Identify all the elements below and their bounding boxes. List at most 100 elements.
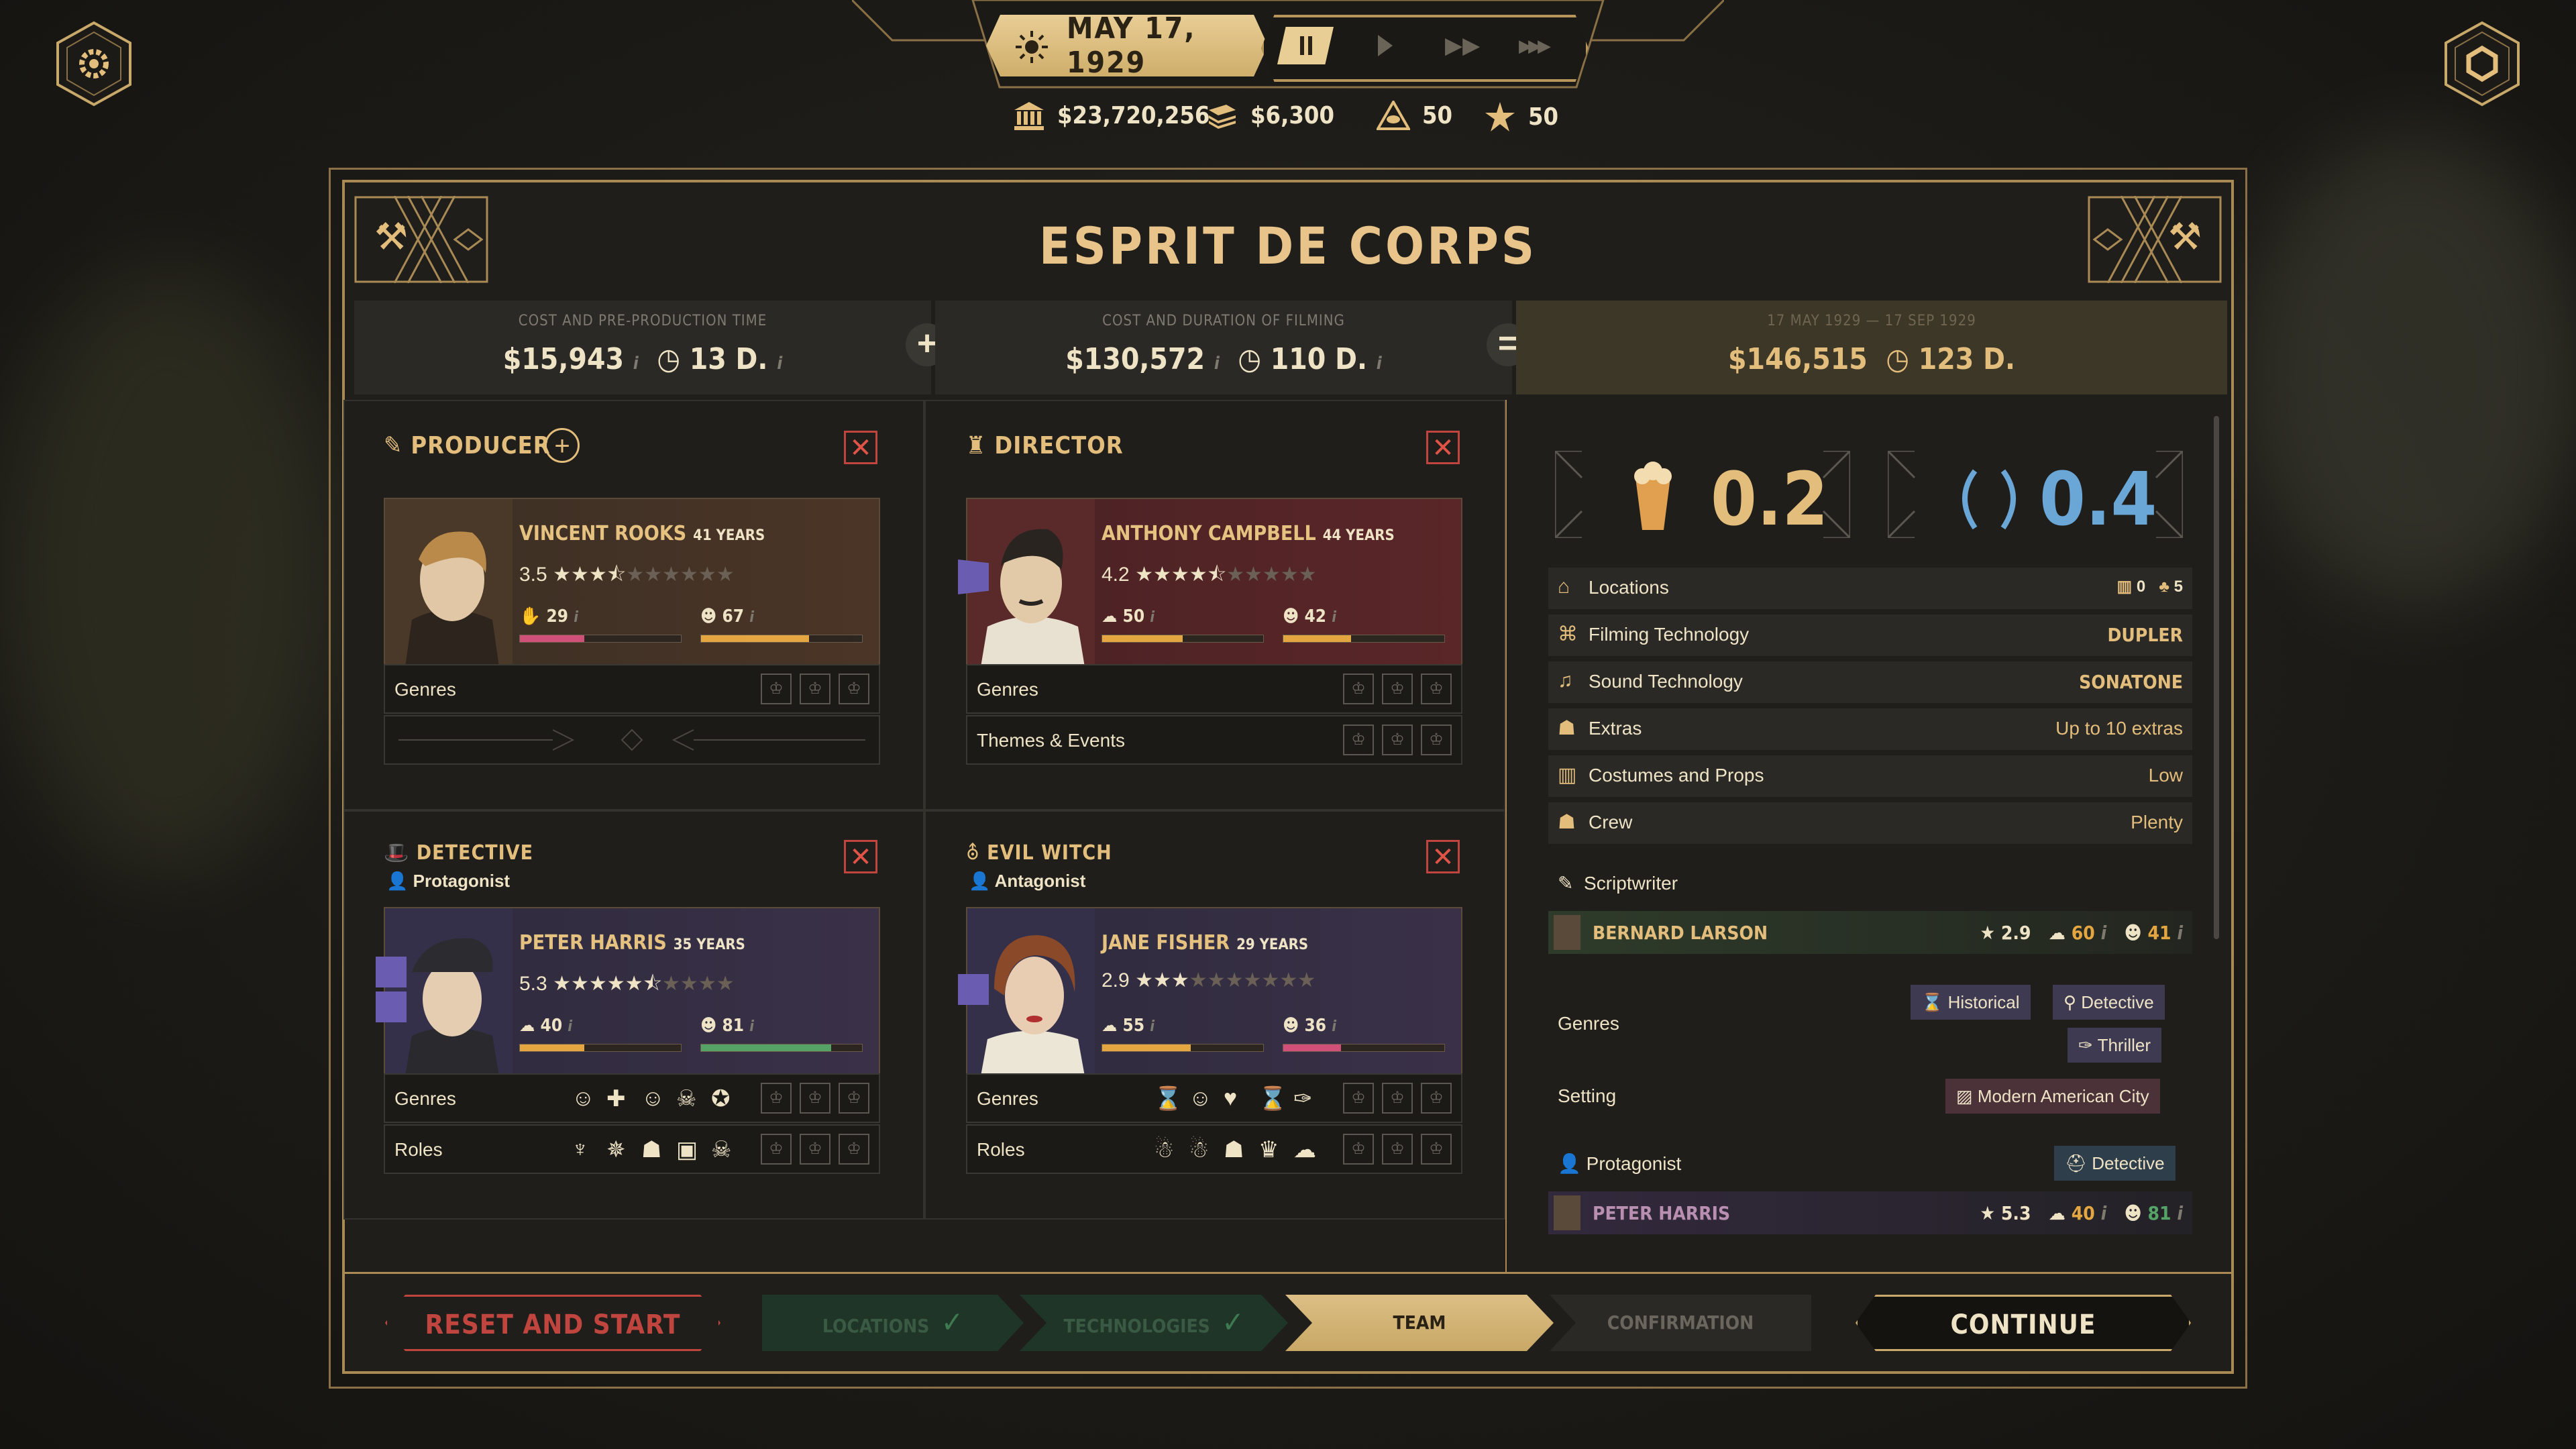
crown-slot-icon[interactable]: ♔ <box>761 1083 792 1114</box>
role-subtitle: Antagonist <box>994 871 1086 891</box>
settings-button[interactable] <box>54 20 134 107</box>
step-confirmation[interactable]: CONFIRMATION <box>1550 1295 1811 1351</box>
profile-icon[interactable]: ☗ <box>641 1136 661 1163</box>
profile-icon[interactable]: ☗ <box>1224 1136 1244 1163</box>
info-icon[interactable]: i <box>568 1018 572 1035</box>
hourglass-icon[interactable]: ⌛ <box>1154 1085 1182 1112</box>
crown-slot-icon[interactable]: ♔ <box>1343 1134 1374 1165</box>
crown-slot-icon[interactable]: ♔ <box>800 674 830 704</box>
info-row-locations[interactable]: ⌂ Locations ▥ 0 ♣ 5 <box>1548 568 2192 609</box>
play-button[interactable] <box>1378 35 1393 56</box>
setting-tag[interactable]: ▨ Modern American City <box>1945 1079 2160 1114</box>
crown-slot-icon[interactable]: ♔ <box>1343 674 1374 704</box>
crown-slot-icon[interactable]: ♔ <box>800 1134 830 1165</box>
crown-slot-icon[interactable]: ♔ <box>1343 724 1374 755</box>
crown-slot-icon[interactable]: ♔ <box>1421 674 1452 704</box>
info-row-extras[interactable]: ☗ Extras Up to 10 extras <box>1548 708 2192 750</box>
crown-slot-icon[interactable]: ♔ <box>1382 674 1413 704</box>
producer-card[interactable]: VINCENT ROOKS 41 YEARS 3.5 ★★★⯪★★★★★★ ✋ 2… <box>384 498 880 665</box>
hat-badge-icon[interactable] <box>958 974 989 1005</box>
step-technologies[interactable]: TECHNOLOGIES ✓ <box>1020 1295 1288 1351</box>
ghost-icon[interactable]: ☁ <box>1293 1136 1316 1163</box>
scriptwriter-row[interactable]: BERNARD LARSON ★ 2.9 ☁ 60 i ☻ 41 i <box>1548 911 2192 954</box>
crown-slot-icon[interactable]: ♔ <box>839 674 869 704</box>
star-icon: ★ <box>698 564 716 586</box>
crown-slot-icon[interactable]: ♔ <box>1382 724 1413 755</box>
remove-producer-button[interactable]: ✕ <box>844 431 877 464</box>
fastest-button[interactable]: ▶▶▶ <box>1519 35 1551 56</box>
fire-badge-icon[interactable] <box>376 991 407 1022</box>
protagonist-tag[interactable]: ⛑ Detective <box>2054 1146 2176 1181</box>
crown-slot-icon[interactable]: ♔ <box>761 674 792 704</box>
alien-icon[interactable]: ☃ <box>1154 1136 1174 1163</box>
skull-icon[interactable]: ☠ <box>676 1085 696 1112</box>
director-icon: ♜ <box>966 432 987 460</box>
info-icon[interactable]: i <box>1150 1018 1155 1035</box>
pause-button[interactable] <box>1277 27 1334 64</box>
crown-slot-icon[interactable]: ♔ <box>761 1134 792 1165</box>
director-card[interactable]: ANTHONY CAMPBELL 44 YEARS 4.2 ★★★★⯪★★★★★ … <box>966 498 1462 665</box>
crown-slot-icon[interactable]: ♔ <box>839 1083 869 1114</box>
heart-icon[interactable]: ♥ <box>1224 1085 1237 1112</box>
genre-tag-thriller[interactable]: ✑ Thriller <box>2068 1028 2162 1063</box>
crown-slot-icon[interactable]: ♔ <box>1421 724 1452 755</box>
info-icon[interactable]: i <box>633 354 639 374</box>
info-icon[interactable]: i <box>2101 1202 2107 1224</box>
info-row-costumes[interactable]: ▥ Costumes and Props Low <box>1548 755 2192 797</box>
genre-tag-historical[interactable]: ⌛ Historical <box>1911 985 2031 1020</box>
info-icon[interactable]: i <box>1150 609 1155 626</box>
crown-slot-icon[interactable]: ♔ <box>1382 1134 1413 1165</box>
compass-icon[interactable]: ✪ <box>711 1085 731 1112</box>
info-row-sound-tech[interactable]: ♫ Sound Technology SONATONE <box>1548 661 2192 703</box>
info-icon[interactable]: i <box>2177 1202 2183 1224</box>
menu-button[interactable] <box>2442 20 2522 107</box>
add-producer-button[interactable]: + <box>545 428 580 463</box>
info-row-crew[interactable]: ☗ Crew Plenty <box>1548 802 2192 844</box>
info-icon[interactable]: i <box>574 609 578 626</box>
genre-tag-detective[interactable]: ⚲ Detective <box>2053 985 2165 1020</box>
crown-slot-icon[interactable]: ♔ <box>800 1083 830 1114</box>
scrollbar[interactable] <box>2214 416 2219 939</box>
cash-flow-display: $6,300 <box>1206 101 1334 130</box>
step-locations[interactable]: LOCATIONS ✓ <box>762 1295 1024 1351</box>
crown-slot-icon[interactable]: ♔ <box>1382 1083 1413 1114</box>
frame-icon[interactable]: ▣ <box>676 1136 698 1163</box>
fast-forward-button[interactable]: ▶▶ <box>1445 34 1480 57</box>
mask-icon[interactable]: ☺ <box>1189 1085 1212 1112</box>
crown-slot-icon[interactable]: ♔ <box>1421 1134 1452 1165</box>
continue-button[interactable]: CONTINUE <box>1856 1295 2191 1351</box>
info-icon[interactable]: i <box>1214 354 1220 374</box>
knife-icon[interactable]: ✑ <box>1293 1085 1313 1112</box>
info-icon[interactable]: i <box>2101 922 2107 944</box>
skull-icon[interactable]: ☠ <box>711 1136 731 1163</box>
info-row-filming-tech[interactable]: ⌘ Filming Technology DUPLER <box>1548 614 2192 656</box>
info-icon[interactable]: i <box>1332 609 1336 626</box>
trait-badge-icon[interactable] <box>958 559 989 594</box>
crown-slot-icon[interactable]: ♔ <box>1343 1083 1374 1114</box>
protagonist-row[interactable]: PETER HARRIS ★ 5.3 ☁ 40 i ☻ 81 i <box>1548 1191 2192 1234</box>
witch-card[interactable]: JANE FISHER 29 YEARS 2.9 ★★★★★★★★★★ ☁ 55 … <box>966 907 1462 1075</box>
reset-button[interactable]: RESET AND START AGAIN <box>385 1295 720 1351</box>
detective-card[interactable]: PETER HARRIS 35 YEARS 5.3 ★★★★★⯪★★★★ ☁ 40… <box>384 907 880 1075</box>
puzzle-icon[interactable]: ✚ <box>606 1085 626 1112</box>
megaphone-badge-icon[interactable] <box>376 957 407 987</box>
info-icon[interactable]: i <box>749 1018 754 1035</box>
crown-slot-icon[interactable]: ♔ <box>1421 1083 1452 1114</box>
cowboy-icon[interactable]: ♆ <box>572 1136 589 1163</box>
info-icon[interactable]: i <box>777 354 782 374</box>
remove-detective-button[interactable]: ✕ <box>844 840 877 873</box>
info-icon[interactable]: i <box>749 609 754 626</box>
remove-witch-button[interactable]: ✕ <box>1426 840 1460 873</box>
remove-director-button[interactable]: ✕ <box>1426 431 1460 464</box>
info-icon[interactable]: i <box>1377 354 1382 374</box>
mask-icon[interactable]: ☺ <box>641 1085 665 1112</box>
hourglass-icon[interactable]: ⌛ <box>1258 1085 1287 1112</box>
mask-icon[interactable]: ☺ <box>572 1085 595 1112</box>
info-icon[interactable]: i <box>1332 1018 1336 1035</box>
crown-slot-icon[interactable]: ♔ <box>839 1134 869 1165</box>
sheriff-star-icon[interactable]: ✵ <box>606 1136 626 1163</box>
step-team[interactable]: TEAM <box>1285 1295 1554 1351</box>
witch-icon[interactable]: ♛ <box>1258 1136 1279 1163</box>
alien-icon[interactable]: ☃ <box>1189 1136 1209 1163</box>
info-icon[interactable]: i <box>2177 922 2183 944</box>
